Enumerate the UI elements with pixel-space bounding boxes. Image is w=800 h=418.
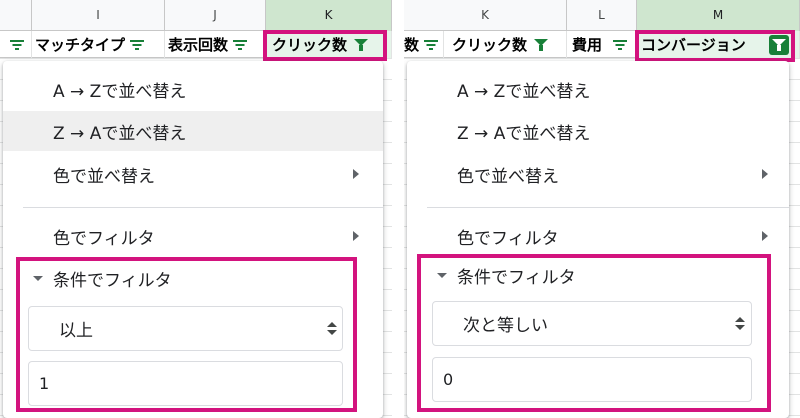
- condition-value-input[interactable]: [28, 361, 343, 406]
- filter-lines-icon[interactable]: [232, 38, 248, 52]
- header-cell-stub[interactable]: [0, 31, 32, 58]
- menu-label-sort-by-color: 色で並べ替え: [53, 166, 155, 187]
- menu-label-filter-by-color: 色でフィルタ: [457, 228, 559, 249]
- column-header-row: I J K: [0, 0, 392, 31]
- select-updown-icon: [327, 322, 337, 336]
- header-label-impressions: 表示回数: [168, 36, 229, 54]
- menu-label-filter-by-color: 色でフィルタ: [53, 228, 155, 249]
- menu-item-sort-z-a[interactable]: Z → Aで並べ替え: [407, 111, 789, 151]
- header-cell-count-partial[interactable]: 数: [404, 31, 444, 58]
- condition-value-field[interactable]: [29, 362, 342, 405]
- select-updown-icon: [735, 317, 745, 331]
- filter-lines-icon[interactable]: [129, 38, 145, 52]
- filter-funnel-icon[interactable]: [533, 38, 549, 52]
- chevron-right-icon: [762, 231, 768, 241]
- menu-item-filter-by-condition[interactable]: 条件でフィルタ: [407, 255, 789, 295]
- header-cell-match-type[interactable]: マッチタイプ: [32, 31, 165, 58]
- column-header-i[interactable]: I: [32, 0, 165, 31]
- header-label-conversions: コンバージョン: [641, 36, 746, 54]
- menu-item-filter-by-condition[interactable]: 条件でフィルタ: [3, 258, 383, 298]
- menu-label-sort-a-z: A → Zで並べ替え: [53, 81, 187, 102]
- condition-select-value: 以上: [59, 321, 93, 341]
- filter-lines-icon[interactable]: [423, 38, 439, 52]
- filter-lines-icon[interactable]: [9, 38, 25, 52]
- menu-item-sort-a-z[interactable]: A → Zで並べ替え: [407, 69, 789, 109]
- menu-label-sort-by-color: 色で並べ替え: [457, 166, 559, 187]
- header-label-match-type: マッチタイプ: [35, 36, 126, 54]
- header-cell-clicks[interactable]: クリック数: [266, 31, 392, 58]
- left-screenshot-panel: I J K マッチタイプ 表示回数 クリック数 A → Zで並べ替え Z → A…: [0, 0, 392, 418]
- filter-lines-icon[interactable]: [612, 38, 628, 52]
- menu-label-sort-a-z: A → Zで並べ替え: [457, 81, 591, 102]
- column-header-k[interactable]: K: [404, 0, 567, 31]
- filter-funnel-icon[interactable]: [769, 35, 789, 55]
- column-header-m[interactable]: M: [637, 0, 800, 31]
- condition-value-input[interactable]: [432, 357, 752, 402]
- chevron-right-icon: [353, 231, 359, 241]
- column-header-stub[interactable]: [0, 0, 32, 31]
- menu-item-sort-by-color[interactable]: 色で並べ替え: [3, 154, 383, 194]
- condition-value-field[interactable]: [433, 358, 751, 401]
- filter-menu: A → Zで並べ替え Z → Aで並べ替え 色で並べ替え 色でフィルタ 条件でフ…: [3, 61, 383, 418]
- header-label-cost: 費用: [572, 36, 603, 54]
- menu-divider: [23, 207, 383, 208]
- chevron-right-icon: [762, 169, 768, 179]
- header-label-clicks: クリック数: [272, 36, 348, 54]
- header-cell-impressions[interactable]: 表示回数: [165, 31, 266, 58]
- menu-item-filter-by-color[interactable]: 色でフィルタ: [3, 216, 383, 256]
- header-label-clicks: クリック数: [452, 36, 528, 54]
- panel-divider: [392, 0, 404, 418]
- condition-select[interactable]: 次と等しい: [432, 301, 752, 346]
- menu-item-filter-by-color[interactable]: 色でフィルタ: [407, 216, 789, 256]
- filter-menu: A → Zで並べ替え Z → Aで並べ替え 色で並べ替え 色でフィルタ 条件でフ…: [407, 61, 789, 418]
- filter-funnel-icon[interactable]: [353, 38, 369, 52]
- column-header-k[interactable]: K: [266, 0, 392, 31]
- menu-item-sort-z-a[interactable]: Z → Aで並べ替え: [3, 111, 383, 151]
- menu-divider: [427, 207, 789, 208]
- menu-label-filter-by-condition: 条件でフィルタ: [53, 270, 172, 291]
- caret-down-icon: [33, 276, 43, 281]
- header-cell-clicks[interactable]: クリック数: [444, 31, 567, 58]
- sheet-header-row: 数 クリック数 費用 コンバージョン: [404, 31, 800, 58]
- header-label-count-partial: 数: [404, 36, 420, 54]
- menu-label-filter-by-condition: 条件でフィルタ: [457, 267, 576, 288]
- caret-down-icon: [437, 273, 447, 278]
- chevron-right-icon: [353, 169, 359, 179]
- menu-label-sort-z-a: Z → Aで並べ替え: [53, 123, 187, 144]
- header-cell-cost[interactable]: 費用: [567, 31, 637, 58]
- column-header-row: K L M: [404, 0, 800, 31]
- column-header-l[interactable]: L: [567, 0, 637, 31]
- sheet-header-row: マッチタイプ 表示回数 クリック数: [0, 31, 392, 58]
- menu-item-sort-a-z[interactable]: A → Zで並べ替え: [3, 69, 383, 109]
- header-cell-conversions[interactable]: コンバージョン: [637, 31, 800, 58]
- menu-label-sort-z-a: Z → Aで並べ替え: [457, 123, 591, 144]
- condition-select[interactable]: 以上: [28, 306, 343, 351]
- right-screenshot-panel: K L M 数 クリック数 費用 コンバージョン A → Zで並べ替え Z → …: [404, 0, 800, 418]
- menu-item-sort-by-color[interactable]: 色で並べ替え: [407, 154, 789, 194]
- condition-select-value: 次と等しい: [463, 316, 548, 336]
- column-header-j[interactable]: J: [165, 0, 266, 31]
